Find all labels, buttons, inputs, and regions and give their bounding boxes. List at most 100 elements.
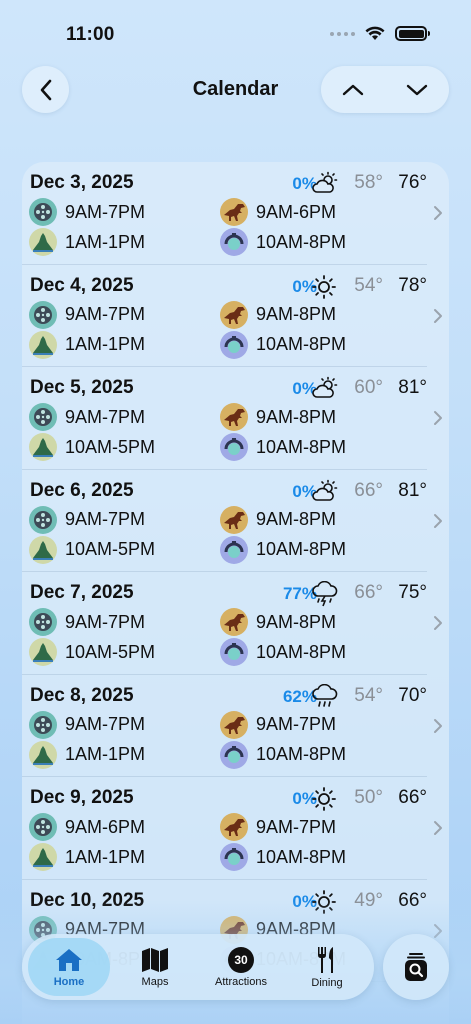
- park-dinosaur-icon: [220, 813, 248, 841]
- partly-cloudy-icon: [311, 376, 339, 400]
- chevron-right-icon: [434, 923, 442, 938]
- tab-label: Attractions: [215, 975, 267, 988]
- temp-low: 58°: [354, 172, 383, 193]
- park-hours-text: 10AM-8PM: [256, 436, 347, 457]
- partly-cloudy-icon: [311, 479, 339, 503]
- chevron-right-icon: [434, 206, 442, 220]
- park-mountain-icon: [29, 535, 57, 564]
- day-row[interactable]: Dec 8, 2025 62% 54° 70° 9AM-7PM 9AM-7PM 1AM-1P…: [22, 675, 442, 777]
- chevron-right-icon: [434, 411, 442, 425]
- chevron-right-icon: [434, 308, 442, 323]
- wifi-icon: [365, 26, 385, 40]
- park-hours: 9AM-8PM: [220, 300, 336, 329]
- park-hours: 9AM-8PM: [220, 403, 336, 431]
- tab-dining[interactable]: Dining: [286, 938, 368, 996]
- previous-button[interactable]: [333, 70, 373, 110]
- park-hours-text: 10AM-8PM: [256, 231, 347, 252]
- park-hours: 9AM-7PM: [29, 608, 145, 636]
- park-dinosaur-icon: [220, 403, 248, 431]
- temp-high: 76°: [398, 172, 427, 193]
- tab-label: Maps: [141, 975, 169, 988]
- park-film-reel-icon: [29, 710, 57, 739]
- day-date: Dec 5, 2025: [30, 377, 134, 398]
- day-row[interactable]: Dec 3, 2025 0% 58° 76° 9AM-7PM 9AM-6PM 1AM-1PM…: [22, 162, 442, 265]
- chevron-right-icon: [434, 821, 442, 835]
- park-film-reel-icon: [29, 300, 57, 329]
- park-hours-text: 9AM-7PM: [65, 304, 146, 324]
- temp-low: 66°: [354, 479, 383, 501]
- park-hours: 10AM-5PM: [29, 433, 155, 461]
- park-hours: 10AM-8PM: [220, 228, 346, 256]
- day-row[interactable]: Dec 9, 2025 0% 50° 66° 9AM-6PM 9AM-7PM 1AM-1PM…: [22, 777, 442, 880]
- day-row[interactable]: Dec 5, 2025 0% 60° 81° 9AM-7PM 9AM-8PM 10AM-5P…: [22, 367, 442, 470]
- park-film-reel-icon: [29, 505, 57, 534]
- park-hours-text: 9AM-8PM: [256, 611, 337, 632]
- park-hours-text: 9AM-7PM: [65, 406, 146, 427]
- park-hours: 1AM-1PM: [29, 740, 146, 769]
- rain-icon: [311, 683, 339, 708]
- day-date: Dec 7, 2025: [30, 582, 134, 603]
- search-button[interactable]: [383, 934, 449, 1000]
- park-hours: 10AM-5PM: [29, 535, 155, 564]
- temp-high: 81°: [398, 479, 427, 501]
- chevron-right-icon: [434, 513, 442, 528]
- sun-icon: [311, 786, 339, 811]
- temp-high: 70°: [398, 684, 427, 706]
- park-hours: 9AM-7PM: [29, 300, 146, 329]
- attractions-count-icon: 30: [228, 946, 254, 973]
- tab-attractions[interactable]: 30 Attractions: [200, 938, 282, 996]
- park-hours: 9AM-6PM: [220, 198, 336, 226]
- park-hours-text: 10AM-8PM: [256, 539, 347, 559]
- temp-high: 78°: [398, 274, 427, 296]
- tab-label: Home: [53, 975, 85, 988]
- park-hours-text: 10AM-8PM: [256, 846, 347, 867]
- day-date: Dec 3, 2025: [30, 172, 134, 193]
- day-row[interactable]: Dec 7, 2025 77% 66° 75° 9AM-7PM 9AM-8PM 10AM-5…: [22, 572, 442, 675]
- park-dinosaur-icon: [220, 198, 248, 226]
- park-globe-icon: [220, 535, 248, 564]
- tab-home[interactable]: Home: [28, 938, 110, 996]
- park-hours-text: 10AM-8PM: [256, 334, 347, 354]
- park-globe-icon: [220, 638, 248, 666]
- park-hours-text: 9AM-6PM: [65, 816, 146, 837]
- temp-low: 49°: [354, 889, 383, 911]
- park-hours: 9AM-7PM: [220, 710, 337, 739]
- temp-high: 75°: [398, 582, 427, 603]
- chevron-right-icon: [434, 718, 442, 733]
- calendar-list[interactable]: Dec 3, 2025 0% 58° 76° 9AM-7PM 9AM-6PM 1AM-1PM…: [22, 162, 449, 1024]
- chevron-up-icon: [342, 84, 364, 95]
- park-hours: 1AM-1PM: [29, 228, 145, 256]
- temp-high: 66°: [398, 889, 427, 911]
- park-hours: 9AM-7PM: [29, 403, 145, 431]
- chevron-right-icon: [434, 616, 442, 630]
- day-row[interactable]: Dec 4, 2025 0% 54° 78° 9AM-7PM 9AM-8PM 1AM-1PM…: [22, 265, 442, 367]
- day-navigation: [321, 66, 449, 113]
- status-time: 11:00: [66, 24, 115, 45]
- day-date: Dec 6, 2025: [30, 479, 134, 501]
- park-dinosaur-icon: [220, 300, 248, 329]
- park-hours-text: 9AM-7PM: [256, 816, 337, 837]
- park-hours-text: 9AM-7PM: [256, 714, 337, 734]
- sun-icon: [311, 274, 339, 299]
- signal-icon: [330, 31, 355, 36]
- park-dinosaur-icon: [220, 505, 248, 534]
- tab-bar: Home Maps 30 Attractions Dining: [22, 934, 374, 1000]
- tab-maps[interactable]: Maps: [114, 938, 196, 996]
- park-mountain-icon: [29, 843, 57, 871]
- park-hours: 1AM-1PM: [29, 843, 145, 871]
- park-dinosaur-icon: [220, 608, 248, 636]
- park-hours: 9AM-7PM: [29, 710, 145, 739]
- park-globe-icon: [220, 433, 248, 461]
- park-mountain-icon: [29, 330, 57, 359]
- park-mountain-icon: [29, 638, 57, 666]
- park-hours-text: 1AM-1PM: [65, 744, 146, 764]
- sun-icon: [311, 889, 339, 914]
- park-film-reel-icon: [29, 608, 57, 636]
- park-hours: 10AM-8PM: [220, 535, 347, 564]
- day-row[interactable]: Dec 6, 2025 0% 66° 81° 9AM-7PM 9AM-8PM 10AM-5P…: [22, 470, 442, 572]
- park-hours: 9AM-6PM: [29, 813, 145, 841]
- next-button[interactable]: [397, 70, 437, 110]
- park-hours-text: 10AM-8PM: [256, 744, 347, 764]
- park-hours: 10AM-5PM: [29, 638, 155, 666]
- park-globe-icon: [220, 330, 248, 359]
